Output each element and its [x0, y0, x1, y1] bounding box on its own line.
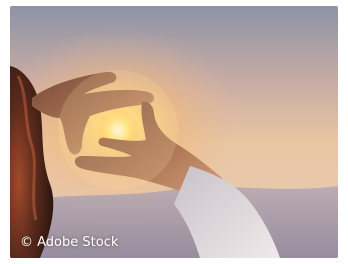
photo-credit-watermark: © Adobe Stock [20, 235, 119, 250]
lens-flare [58, 70, 178, 190]
sunset-hands-photo [10, 6, 338, 258]
stock-photo [10, 6, 338, 258]
